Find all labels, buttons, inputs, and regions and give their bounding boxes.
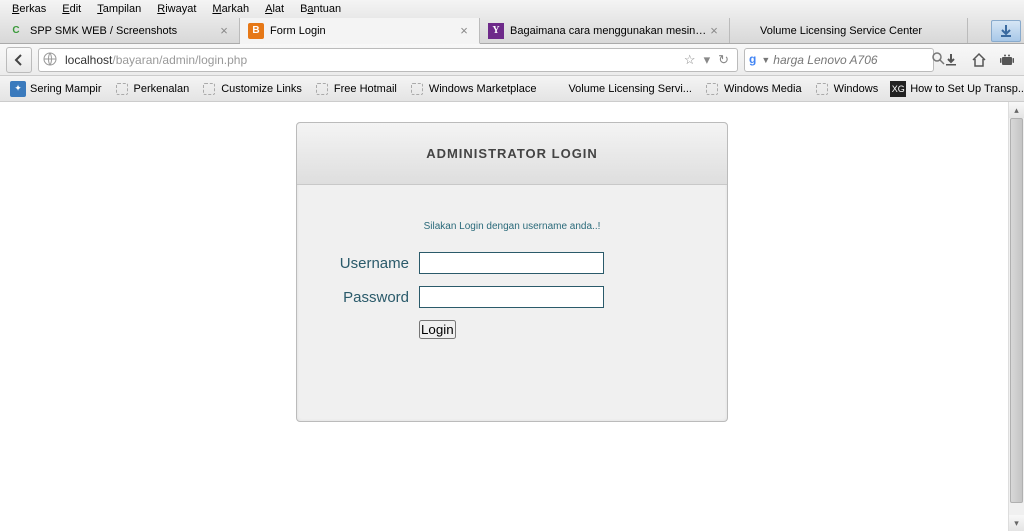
bookmark-icon — [314, 81, 330, 97]
google-icon: g — [749, 52, 756, 68]
scroll-thumb[interactable] — [1010, 118, 1023, 503]
bookmark-icon — [814, 81, 830, 97]
url-dropdown-icon[interactable]: ▾ — [700, 52, 715, 68]
password-label: Password — [327, 289, 409, 306]
bookmark-customize-links[interactable]: Customize Links — [195, 79, 308, 99]
login-header: ADMINISTRATOR LOGIN — [297, 123, 727, 185]
tab-strip: C SPP SMK WEB / Screenshots × B Form Log… — [0, 18, 1024, 44]
new-tab-button[interactable] — [991, 20, 1021, 42]
close-icon[interactable]: × — [707, 24, 721, 38]
login-button[interactable]: Login — [419, 320, 456, 339]
bookmark-star-icon[interactable]: ☆ — [680, 52, 700, 68]
bookmark-windows-media[interactable]: Windows Media — [698, 79, 808, 99]
menu-markah[interactable]: Markah — [204, 1, 257, 17]
tab-volume-licensing[interactable]: Volume Licensing Service Center — [730, 18, 968, 43]
back-button[interactable] — [6, 47, 32, 73]
bookmark-icon — [201, 81, 217, 97]
bookmark-perkenalan[interactable]: Perkenalan — [108, 79, 196, 99]
login-title: ADMINISTRATOR LOGIN — [426, 146, 598, 161]
download-arrow-icon — [998, 23, 1014, 39]
close-icon[interactable]: × — [217, 24, 231, 38]
navigation-toolbar: localhost/bayaran/admin/login.php ☆ ▾ ↻ … — [0, 44, 1024, 76]
menu-edit[interactable]: Edit — [54, 1, 89, 17]
home-button[interactable] — [968, 49, 990, 71]
bookmark-icon — [409, 81, 425, 97]
menu-riwayat[interactable]: Riwayat — [149, 1, 204, 17]
bookmark-label: Customize Links — [221, 83, 302, 95]
search-input[interactable] — [773, 53, 930, 67]
addon-button[interactable] — [996, 49, 1018, 71]
username-input[interactable] — [419, 252, 604, 274]
search-box[interactable]: g ▼ — [744, 48, 934, 72]
menu-tampilan[interactable]: Tampilan — [89, 1, 149, 17]
password-input[interactable] — [419, 286, 604, 308]
tab-title: Form Login — [270, 25, 457, 37]
menu-alat[interactable]: Alat — [257, 1, 292, 17]
tab-yahoo[interactable]: Y Bagaimana cara menggunakan mesin cuci.… — [480, 18, 730, 43]
tab-form-login[interactable]: B Form Login × — [240, 18, 480, 44]
bookmark-label: Windows — [834, 83, 879, 95]
bookmarks-toolbar: ✦ Sering Mampir Perkenalan Customize Link… — [0, 76, 1024, 102]
menu-berkas[interactable]: Berkas — [4, 1, 54, 17]
bookmark-volume-licensing[interactable]: Volume Licensing Servi... — [542, 79, 698, 99]
login-panel: ADMINISTRATOR LOGIN Silakan Login dengan… — [296, 122, 728, 422]
bookmark-label: Windows Media — [724, 83, 802, 95]
globe-icon — [43, 52, 59, 68]
bookmark-sering-mampir[interactable]: ✦ Sering Mampir — [4, 79, 108, 99]
favicon-microsoft-icon — [738, 23, 754, 39]
bookmark-icon — [704, 81, 720, 97]
favicon-blogger-icon: B — [248, 23, 264, 39]
bookmark-windows[interactable]: Windows — [808, 79, 885, 99]
scroll-track[interactable] — [1009, 118, 1024, 515]
search-provider-dropdown-icon[interactable]: ▼ — [758, 55, 773, 65]
menu-bar: Berkas Edit Tampilan Riwayat Markah Alat… — [0, 0, 1024, 18]
close-icon[interactable]: × — [457, 24, 471, 38]
tab-spp-smk[interactable]: C SPP SMK WEB / Screenshots × — [0, 18, 240, 43]
tab-title: Volume Licensing Service Center — [760, 25, 959, 37]
tab-title: Bagaimana cara menggunakan mesin cuci... — [510, 25, 707, 37]
tab-title: SPP SMK WEB / Screenshots — [30, 25, 217, 37]
favicon-c-icon: C — [8, 23, 24, 39]
bookmark-how-to-setup[interactable]: XG How to Set Up Transp... — [884, 79, 1024, 99]
arrow-left-icon — [12, 53, 26, 67]
download-icon — [943, 52, 959, 68]
page-viewport: ADMINISTRATOR LOGIN Silakan Login dengan… — [0, 102, 1024, 531]
login-hint: Silakan Login dengan username anda..! — [327, 221, 697, 232]
home-icon — [971, 52, 987, 68]
bookmark-label: How to Set Up Transp... — [910, 83, 1024, 95]
username-label: Username — [327, 255, 409, 272]
vertical-scrollbar[interactable]: ▴ ▾ — [1008, 102, 1024, 531]
url-text[interactable]: localhost/bayaran/admin/login.php — [63, 53, 680, 67]
scroll-up-arrow-icon[interactable]: ▴ — [1009, 102, 1024, 118]
url-bar[interactable]: localhost/bayaran/admin/login.php ☆ ▾ ↻ — [38, 48, 738, 72]
bookmark-label: Windows Marketplace — [429, 83, 537, 95]
reload-icon[interactable]: ↻ — [714, 52, 733, 68]
xg-icon: XG — [890, 81, 906, 97]
microsoft-icon — [548, 81, 564, 97]
bookmark-label: Free Hotmail — [334, 83, 397, 95]
bookmark-free-hotmail[interactable]: Free Hotmail — [308, 79, 403, 99]
downloads-button[interactable] — [940, 49, 962, 71]
favicon-yahoo-icon: Y — [488, 23, 504, 39]
bookmark-label: Perkenalan — [134, 83, 190, 95]
android-icon — [999, 53, 1015, 67]
bookmark-icon: ✦ — [10, 81, 26, 97]
bookmark-icon — [114, 81, 130, 97]
bookmark-label: Volume Licensing Servi... — [568, 83, 692, 95]
menu-bantuan[interactable]: Bantuan — [292, 1, 349, 17]
bookmark-windows-marketplace[interactable]: Windows Marketplace — [403, 79, 543, 99]
scroll-down-arrow-icon[interactable]: ▾ — [1009, 515, 1024, 531]
bookmark-label: Sering Mampir — [30, 83, 102, 95]
